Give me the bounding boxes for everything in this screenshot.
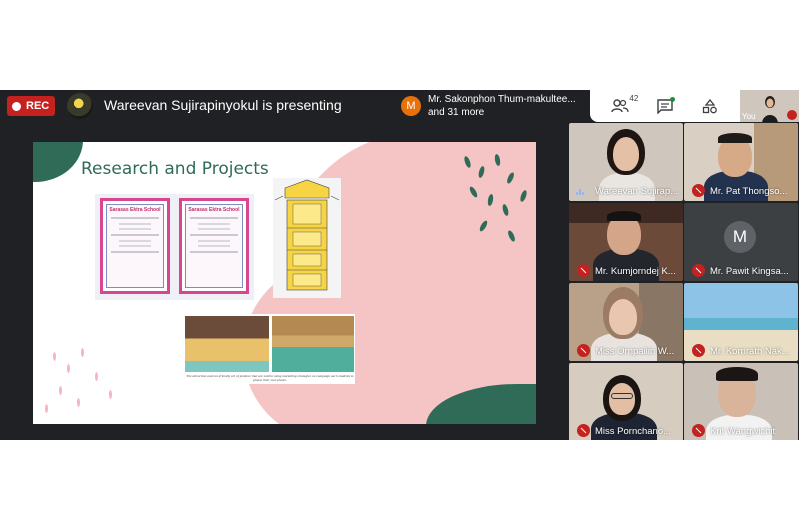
- participant-video: [716, 367, 758, 381]
- presentation-stage: Research and Projects Sarasas Ektra Scho…: [0, 122, 568, 440]
- participant-video: [609, 383, 635, 415]
- dash-decoration: [95, 372, 98, 381]
- participant-video: [609, 299, 637, 335]
- side-panel-buttons: 42: [590, 90, 740, 122]
- slide-title: Research and Projects: [81, 159, 269, 179]
- speaker-more: and 31 more: [428, 107, 485, 118]
- mic-off-icon: [692, 264, 705, 277]
- speaking-indicator-icon: [576, 189, 584, 195]
- participants-grid: Wareevan Sujirap... Mr. Pat Thongso... M…: [568, 122, 799, 440]
- certificate-school: Sarasas Ektra School: [188, 207, 240, 213]
- mic-off-icon: [692, 424, 705, 437]
- presenter-avatar: [67, 93, 93, 119]
- presenting-status: Wareevan Sujirapinyokul is presenting: [104, 97, 342, 113]
- lantern-drawing: [273, 178, 341, 298]
- mic-off-icon: [577, 264, 590, 277]
- participant-name: Wareevan Sujirap...: [595, 186, 679, 197]
- participant-tile[interactable]: Wareevan Sujirap...: [569, 123, 683, 201]
- chat-notification-dot: [669, 97, 675, 102]
- participant-name: Mr. Pawit Kingsa...: [710, 266, 789, 277]
- chat-button[interactable]: [651, 94, 679, 118]
- shared-slide: Research and Projects Sarasas Ektra Scho…: [33, 142, 536, 424]
- participant-video: [718, 133, 752, 143]
- participant-name: Mr. Kornrath Nak...: [710, 346, 790, 357]
- meeting-window: REC Wareevan Sujirapinyokul is presentin…: [0, 90, 799, 440]
- participant-video: [611, 393, 633, 399]
- mic-off-icon: [577, 424, 590, 437]
- participant-tile[interactable]: Mr. Pat Thongso...: [684, 123, 798, 201]
- people-icon: [611, 99, 629, 113]
- record-dot-icon: [12, 101, 21, 111]
- dash-decoration: [53, 352, 56, 361]
- dash-decoration: [67, 364, 70, 373]
- mic-off-icon: [692, 344, 705, 357]
- photo-produce: [272, 316, 354, 372]
- dash-decoration: [77, 398, 80, 407]
- recording-indicator: REC: [7, 96, 55, 116]
- certificate-image: Sarasas Ektra School: [100, 198, 170, 294]
- people-count: 42: [629, 94, 639, 103]
- participant-name: Miss Pornchano...: [595, 426, 672, 437]
- participant-name: Miss Ornpailin W...: [595, 346, 675, 357]
- participant-tile[interactable]: Krit Wangwichit: [684, 363, 798, 440]
- self-view-tile[interactable]: You: [740, 90, 799, 122]
- participant-tile[interactable]: Miss Pornchano...: [569, 363, 683, 440]
- participant-tile[interactable]: Mr. Kumjorndej K...: [569, 203, 683, 281]
- mic-off-icon: [577, 344, 590, 357]
- slide-decoration: [33, 142, 83, 182]
- active-speakers[interactable]: Mr. Sakonphon Thum-makultee... and 31 mo…: [428, 93, 578, 119]
- lantern-sketch: [274, 179, 340, 291]
- dash-decoration: [109, 390, 112, 399]
- dash-decoration: [45, 404, 48, 413]
- participant-name: Mr. Pat Thongso...: [710, 186, 788, 197]
- participant-tile[interactable]: Miss Ornpailin W...: [569, 283, 683, 361]
- mic-off-icon: [692, 184, 705, 197]
- top-bar: REC Wareevan Sujirapinyokul is presentin…: [0, 90, 799, 122]
- participant-avatar: M: [724, 221, 756, 253]
- rec-label: REC: [26, 100, 50, 112]
- certificate-image: Sarasas Ektra School: [179, 198, 249, 294]
- activities-button[interactable]: [696, 94, 724, 118]
- participant-tile[interactable]: M Mr. Pawit Kingsa...: [684, 203, 798, 281]
- dash-decoration: [59, 386, 62, 395]
- activities-icon: [702, 98, 717, 113]
- project-photos: The attraction and eco-friendly art of p…: [183, 314, 355, 384]
- dash-decoration: [81, 348, 84, 357]
- people-button[interactable]: 42: [606, 94, 638, 118]
- self-video: [762, 96, 778, 122]
- participant-video: [613, 137, 639, 171]
- photo-caption: The attraction and eco-friendly art of p…: [186, 374, 354, 382]
- self-label: You: [742, 112, 756, 121]
- participant-video: [607, 211, 641, 221]
- speaker-name: Mr. Sakonphon Thum-makultee...: [428, 94, 576, 105]
- mic-off-icon: [787, 110, 797, 120]
- certificate-school: Sarasas Ektra School: [109, 207, 161, 213]
- participant-name: Mr. Kumjorndej K...: [595, 266, 676, 277]
- participant-tile[interactable]: Mr. Kornrath Nak...: [684, 283, 798, 361]
- photo-bottles: [185, 316, 269, 372]
- speaker-avatar: M: [401, 96, 421, 116]
- participant-name: Krit Wangwichit: [710, 426, 776, 437]
